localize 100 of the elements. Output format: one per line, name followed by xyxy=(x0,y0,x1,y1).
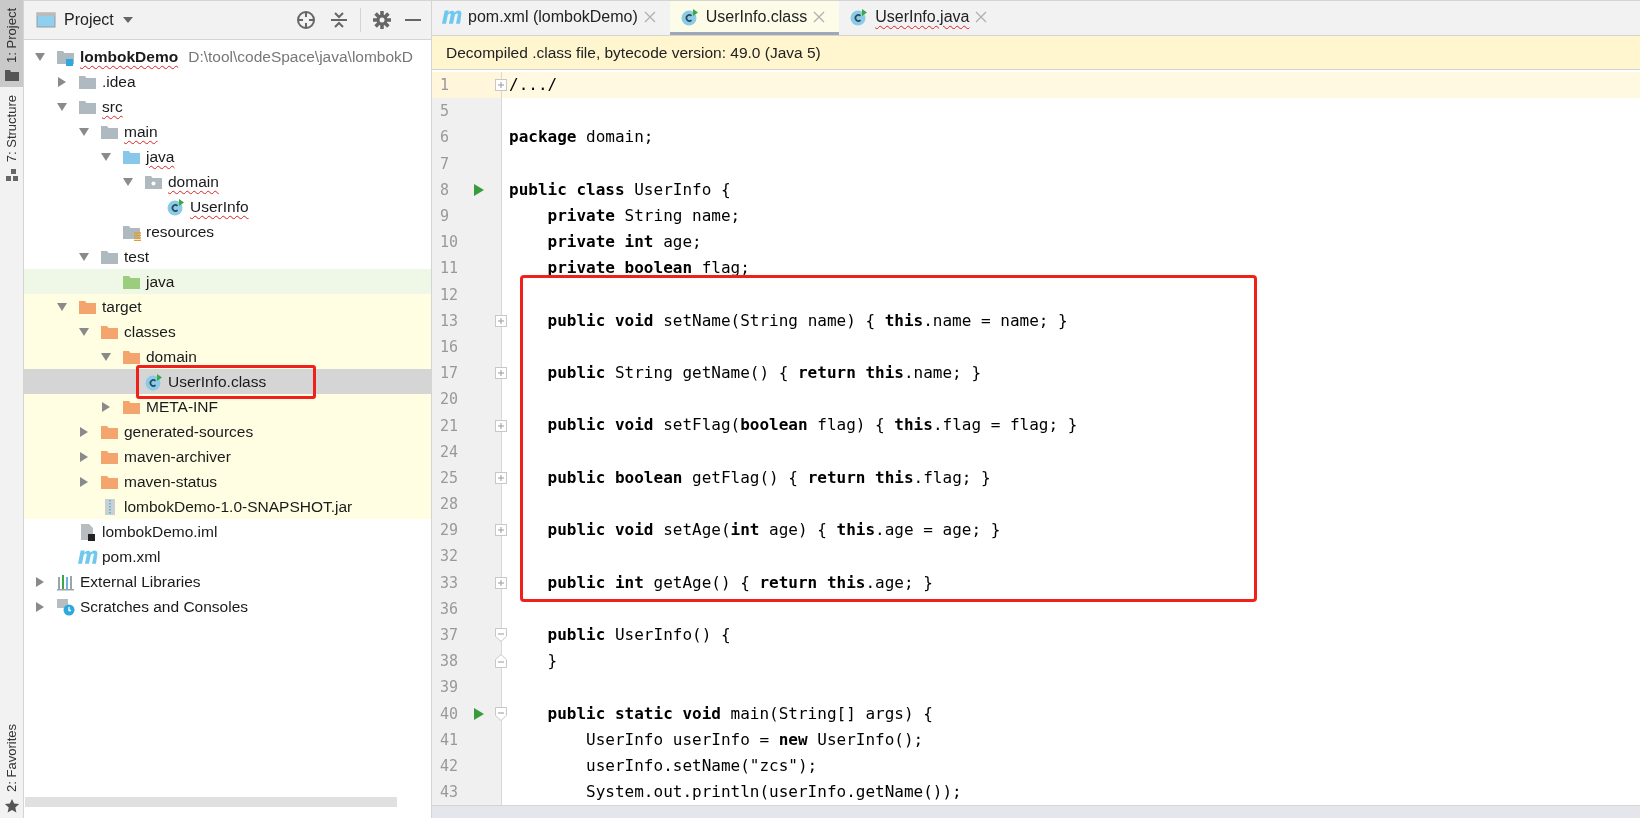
tree-item[interactable]: lombokDemo-1.0-SNAPSHOT.jar xyxy=(24,494,431,519)
line-number: 32 xyxy=(439,547,460,566)
line-number: 25 xyxy=(439,468,460,487)
fold-expand-icon[interactable] xyxy=(495,367,507,380)
expanded-arrow-icon[interactable] xyxy=(78,325,90,338)
tree-item[interactable]: UserInfo.class xyxy=(24,369,431,394)
code-line: public void setAge(int age) { this.age = age; } xyxy=(546,519,1001,542)
collapsed-arrow-icon[interactable] xyxy=(78,475,90,488)
expanded-arrow-icon[interactable] xyxy=(100,350,112,363)
tree-item[interactable]: domain xyxy=(24,344,431,369)
line-number: 1 xyxy=(439,76,451,95)
tree-item-label: src xyxy=(101,97,123,116)
tree-item-label: domain xyxy=(167,172,219,191)
tree-item[interactable]: java xyxy=(24,269,431,294)
tree-item-label: .idea xyxy=(101,72,136,91)
tree-item[interactable]: generated-sources xyxy=(24,419,431,444)
tree-item[interactable]: lombokDemo.iml xyxy=(24,519,431,544)
tree-item[interactable]: java xyxy=(24,144,431,169)
tree-item[interactable]: test xyxy=(24,244,431,269)
code-line: public static void main(String[] args) { xyxy=(546,702,933,725)
tree-item-label: domain xyxy=(145,347,197,366)
tree-item[interactable]: resources xyxy=(24,219,431,244)
tree-item[interactable]: classes xyxy=(24,319,431,344)
tree-item[interactable]: Scratches and Consoles xyxy=(24,594,431,619)
fold-expand-icon[interactable] xyxy=(495,471,507,484)
editor-tab[interactable]: UserInfo.java xyxy=(839,1,1002,35)
tree-item[interactable]: pom.xml xyxy=(24,544,431,569)
fold-expand-icon[interactable] xyxy=(495,314,507,327)
expanded-arrow-icon[interactable] xyxy=(34,50,46,63)
collapsed-arrow-icon[interactable] xyxy=(78,450,90,463)
tree-item[interactable]: .idea xyxy=(24,69,431,94)
tree-item-label: java xyxy=(144,272,175,291)
line-number: 8 xyxy=(439,180,451,199)
fold-expand-icon[interactable] xyxy=(495,524,507,537)
line-number: 24 xyxy=(439,442,460,461)
tree-item-label: maven-archiver xyxy=(123,447,231,466)
code-line: public int getAge() { return this.age; } xyxy=(546,571,933,594)
scrollbar-thumb[interactable] xyxy=(25,797,397,808)
collapsed-arrow-icon[interactable] xyxy=(34,600,46,613)
code-line: public String getName() { return this.name; } xyxy=(546,362,981,385)
tree-item[interactable]: META-INF xyxy=(24,394,431,419)
line-number: 13 xyxy=(439,311,460,330)
star-icon xyxy=(3,798,20,815)
tree-item[interactable]: lombokDemo D:\tool\codeSpace\java\lombokD xyxy=(24,44,431,69)
code-line: public UserInfo() { xyxy=(546,623,731,646)
tree-item[interactable]: src xyxy=(24,94,431,119)
editor-tab[interactable]: UserInfo.class xyxy=(669,1,840,35)
tree-item[interactable]: domain xyxy=(24,169,431,194)
tree-item-label: test xyxy=(123,247,149,266)
code-line: public class UserInfo { xyxy=(509,178,731,201)
expanded-arrow-icon[interactable] xyxy=(78,125,90,138)
library-bars-icon xyxy=(56,572,76,591)
crosshair-icon[interactable] xyxy=(294,8,318,32)
tree-item[interactable]: target xyxy=(24,294,431,319)
tree-item[interactable]: maven-archiver xyxy=(24,444,431,469)
run-icon[interactable] xyxy=(473,182,485,197)
expanded-arrow-icon[interactable] xyxy=(78,250,90,263)
line-number: 41 xyxy=(439,730,460,749)
close-icon[interactable] xyxy=(643,10,656,23)
tree-item[interactable]: maven-status xyxy=(24,469,431,494)
tab-label: UserInfo.java xyxy=(875,7,970,26)
tree-item[interactable]: main xyxy=(24,119,431,144)
collapsed-arrow-icon[interactable] xyxy=(100,400,112,413)
minimize-icon[interactable] xyxy=(403,16,423,24)
line-number: 17 xyxy=(439,364,460,383)
tree-item-label: META-INF xyxy=(145,397,219,416)
code-line: System.out.println(userInfo.getName()); xyxy=(585,781,962,804)
tree-item-label: maven-status xyxy=(123,472,218,491)
expanded-arrow-icon[interactable] xyxy=(122,175,134,188)
tree-item-label: pom.xml xyxy=(101,547,161,566)
expanded-arrow-icon[interactable] xyxy=(56,100,68,113)
tool-window-tab[interactable]: 7: Structure xyxy=(0,86,23,189)
settings-icon[interactable] xyxy=(371,9,393,31)
editor-tab[interactable]: pom.xml (lombokDemo) xyxy=(432,1,670,35)
structure-icon xyxy=(4,168,19,183)
collapsed-arrow-icon[interactable] xyxy=(34,575,46,588)
tool-window-tab[interactable]: 2: Favorites xyxy=(0,716,23,818)
fold-expand-icon[interactable] xyxy=(495,79,507,92)
tree-item[interactable]: UserInfo xyxy=(24,194,431,219)
tree-item-label: lombokDemo xyxy=(79,47,179,66)
close-icon[interactable] xyxy=(813,10,826,23)
code-line: public boolean getFlag() { return this.flag; } xyxy=(546,466,991,489)
tree-item[interactable]: External Libraries xyxy=(24,569,431,594)
line-number: 28 xyxy=(439,495,460,514)
expanded-arrow-icon[interactable] xyxy=(56,300,68,313)
expanded-arrow-icon[interactable] xyxy=(100,150,112,163)
project-view-dropdown[interactable]: Project xyxy=(36,11,134,29)
code-line: private String name; xyxy=(546,204,741,227)
code-line: public void setName(String name) { this.name = name; } xyxy=(546,309,1068,332)
collapsed-arrow-icon[interactable] xyxy=(56,75,68,88)
run-icon[interactable] xyxy=(473,706,485,721)
m-logo-icon xyxy=(78,549,98,564)
tree-item-label: classes xyxy=(123,322,176,341)
close-icon[interactable] xyxy=(975,10,988,23)
collapsed-arrow-icon[interactable] xyxy=(78,425,90,438)
line-number: 36 xyxy=(439,599,460,618)
fold-expand-icon[interactable] xyxy=(495,576,507,589)
tree-item-label: main xyxy=(123,122,158,141)
tool-window-tab[interactable]: 1: Project xyxy=(0,0,23,87)
fold-expand-icon[interactable] xyxy=(495,419,507,432)
